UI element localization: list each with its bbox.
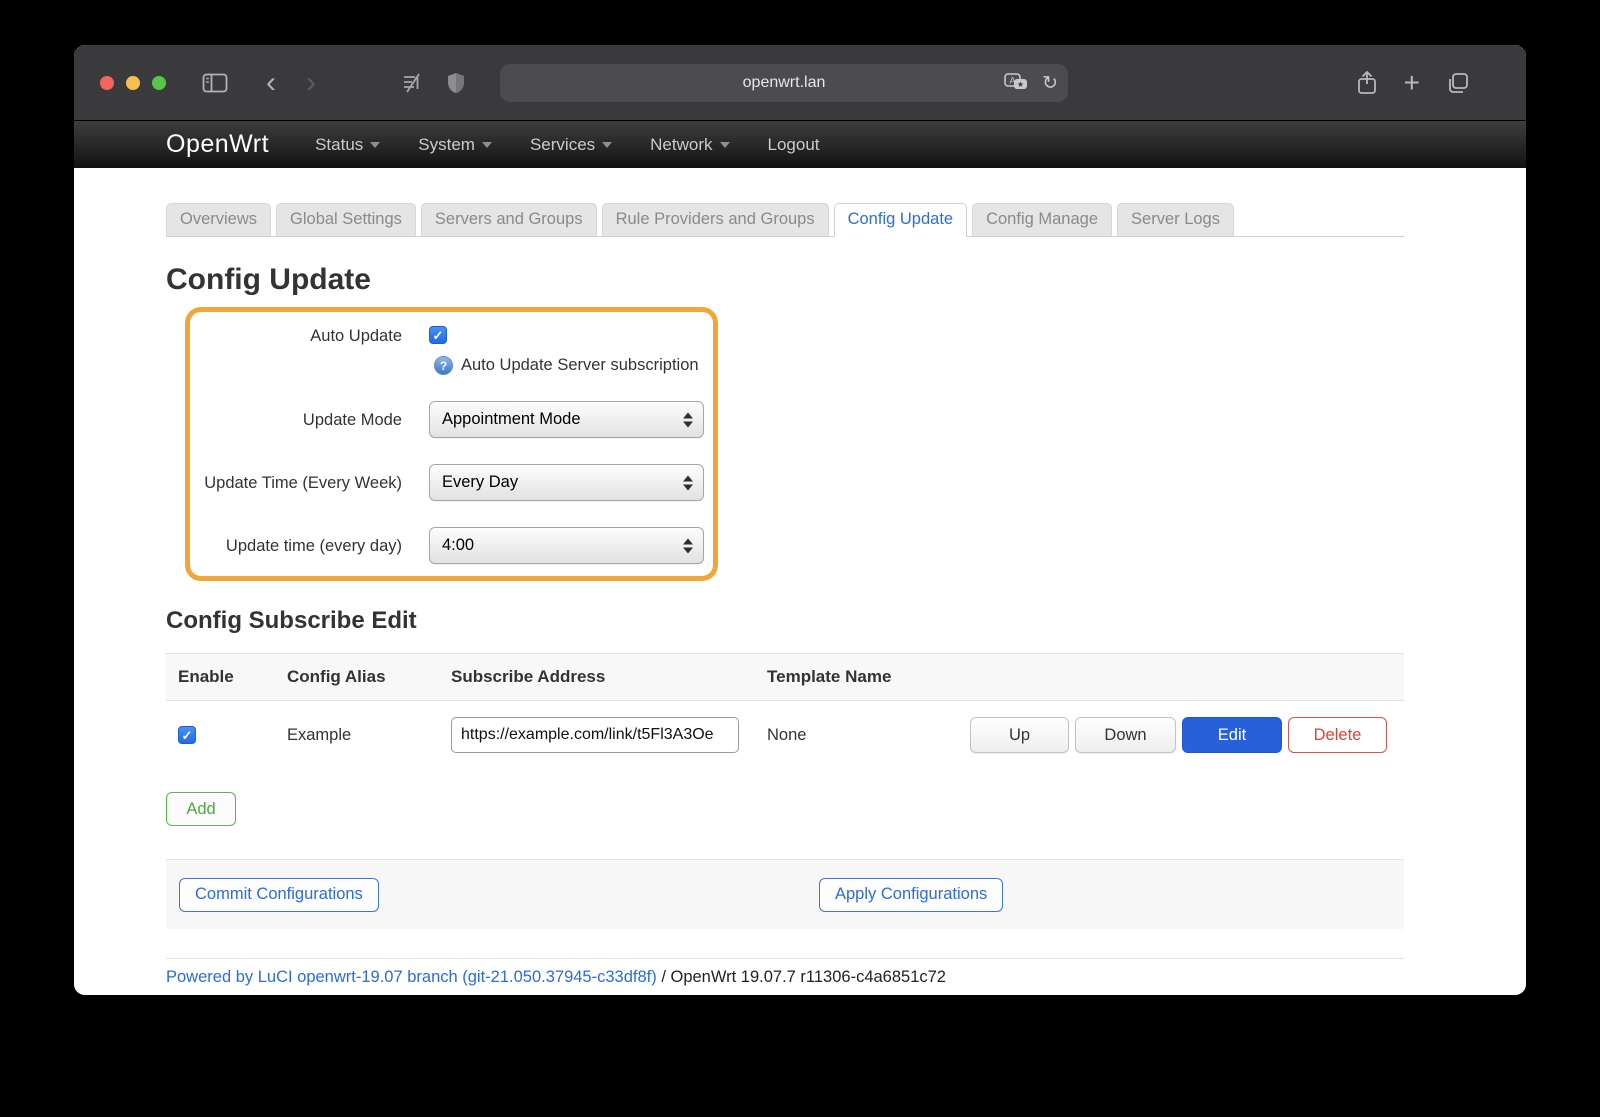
table-header-row: Enable Config Alias Subscribe Address Te… [166,653,1404,701]
footer-divider [166,958,1404,959]
column-header-config-alias: Config Alias [287,667,451,687]
nav-item-network[interactable]: Network [650,135,729,155]
site-navbar: OpenWrt Status System Services Network L… [74,121,1526,168]
section-title-config-subscribe-edit: Config Subscribe Edit [166,607,1404,635]
privacy-report-button[interactable] [446,71,466,95]
update-mode-label: Update Mode [190,410,402,430]
chevron-down-icon [370,142,380,148]
footer-text: Powered by LuCI openwrt-19.07 branch (gi… [166,968,1404,987]
svg-text:★: ★ [1017,80,1024,89]
translate-button[interactable]: A ★ [1004,73,1030,93]
translate-icon: A ★ [1004,73,1030,93]
tab-config-update[interactable]: Config Update [834,203,968,237]
row-enable-checkbox[interactable]: ✓ [178,726,196,744]
page-format-button[interactable] [400,72,424,94]
column-header-template-name: Template Name [767,667,970,687]
page-title: Config Update [166,263,1404,297]
update-time-day-label: Update time (every day) [190,536,402,556]
row-config-alias: Example [287,726,451,745]
help-icon: ? [434,356,453,375]
page-actions-bar: Commit Configurations Apply Configuratio… [166,859,1404,929]
address-bar[interactable]: openwrt.lan A ★ ↻ [500,64,1068,102]
delete-button[interactable]: Delete [1288,717,1387,753]
update-time-week-label: Update Time (Every Week) [190,473,402,493]
share-button[interactable] [1356,70,1378,96]
up-button[interactable]: Up [970,717,1069,753]
share-icon [1356,70,1378,96]
zoom-window-button[interactable] [152,76,166,90]
tab-servers-and-groups[interactable]: Servers and Groups [421,203,597,237]
chevron-left-icon: ‹ [266,68,276,98]
add-button[interactable]: Add [166,792,236,826]
close-window-button[interactable] [100,76,114,90]
down-button[interactable]: Down [1075,717,1176,753]
tab-overviews[interactable]: Overviews [166,203,271,237]
chevron-down-icon [720,142,730,148]
tab-overview-button[interactable] [1446,71,1470,95]
commit-configurations-button[interactable]: Commit Configurations [179,878,379,912]
column-header-enable: Enable [166,667,287,687]
select-arrows-icon [683,475,693,490]
auto-update-help-text: Auto Update Server subscription [461,356,699,375]
update-mode-select[interactable]: Appointment Mode [429,401,704,438]
reload-button[interactable]: ↻ [1042,72,1058,95]
nav-item-services[interactable]: Services [530,135,612,155]
forward-button[interactable]: › [306,68,316,98]
reload-icon: ↻ [1042,73,1058,94]
apply-configurations-button[interactable]: Apply Configurations [819,878,1003,912]
row-template-name: None [767,726,970,745]
select-arrows-icon [683,538,693,553]
tab-rule-providers-and-groups[interactable]: Rule Providers and Groups [602,203,829,237]
column-header-subscribe-address: Subscribe Address [451,667,767,687]
browser-window: ‹ › openwrt.lan [74,45,1526,995]
chevron-right-icon: › [306,68,316,98]
check-icon: ✓ [433,329,444,342]
plus-icon: + [1404,67,1420,98]
nav-item-logout[interactable]: Logout [768,135,820,155]
update-time-week-select[interactable]: Every Day [429,464,704,501]
tab-config-manage[interactable]: Config Manage [972,203,1112,237]
auto-update-checkbox[interactable]: ✓ [429,326,447,344]
sidebar-icon [202,72,228,94]
new-tab-button[interactable]: + [1404,69,1420,97]
footer-version-text: / OpenWrt 19.07.7 r11306-c4a6851c72 [657,968,946,986]
page-format-icon [400,72,424,94]
tabs-icon [1446,71,1470,95]
page-content: Overviews Global Settings Servers and Gr… [74,168,1526,995]
chevron-down-icon [482,142,492,148]
update-time-day-select[interactable]: 4:00 [429,527,704,564]
chevron-down-icon [602,142,612,148]
shield-icon [446,71,466,95]
tab-global-settings[interactable]: Global Settings [276,203,416,237]
subscribe-table: Enable Config Alias Subscribe Address Te… [166,653,1404,769]
minimize-window-button[interactable] [126,76,140,90]
luci-branch-link[interactable]: Powered by LuCI openwrt-19.07 branch (gi… [166,968,657,986]
check-icon: ✓ [182,729,193,742]
traffic-lights [100,76,166,90]
table-row: ✓ Example None Up Down Edit Delete [166,701,1404,769]
sidebar-toggle-button[interactable] [202,72,228,94]
back-button[interactable]: ‹ [266,68,276,98]
browser-chrome: ‹ › openwrt.lan [74,45,1526,121]
url-text: openwrt.lan [743,74,826,92]
site-logo[interactable]: OpenWrt [166,130,269,159]
auto-update-label: Auto Update [190,326,402,346]
nav-item-system[interactable]: System [418,135,492,155]
subscribe-address-input[interactable] [451,717,739,753]
edit-button[interactable]: Edit [1182,717,1282,753]
tab-server-logs[interactable]: Server Logs [1117,203,1234,237]
annotation-highlight-box: Auto Update ✓ ? Auto Update Server subsc… [185,307,718,581]
select-arrows-icon [683,412,693,427]
nav-item-status[interactable]: Status [315,135,380,155]
tab-bar: Overviews Global Settings Servers and Gr… [166,168,1404,237]
